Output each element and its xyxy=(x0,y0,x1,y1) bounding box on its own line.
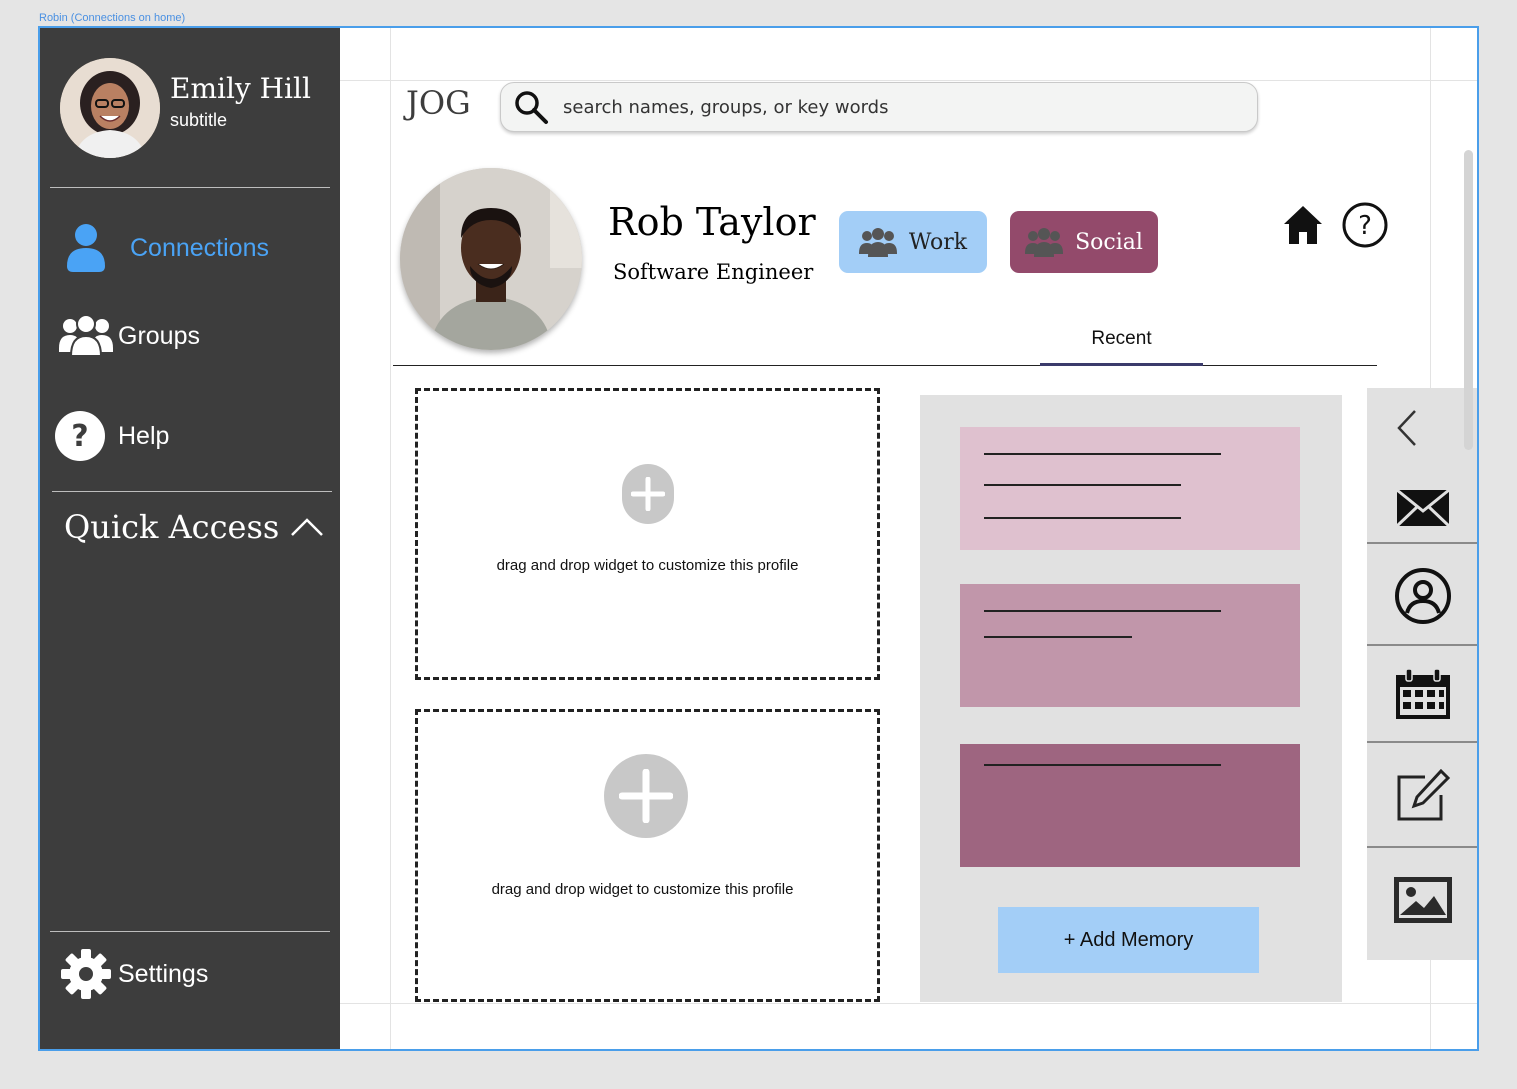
text-line xyxy=(984,484,1181,486)
calendar-button[interactable] xyxy=(1367,650,1477,740)
widget-dropzone[interactable]: drag and drop widget to customize this p… xyxy=(415,388,880,680)
person-icon xyxy=(54,218,118,278)
memories-panel: + Add Memory xyxy=(920,395,1342,1002)
add-widget-button[interactable] xyxy=(621,464,674,524)
image-button[interactable] xyxy=(1367,850,1477,950)
text-line xyxy=(984,610,1221,612)
profile-button[interactable] xyxy=(1367,548,1477,644)
tag-social-button[interactable]: Social xyxy=(1010,211,1158,273)
sidebar: Emily Hill subtitle Connections Groups ?… xyxy=(40,28,340,1049)
edit-icon xyxy=(1397,769,1451,821)
search-icon xyxy=(501,89,561,125)
edit-button[interactable] xyxy=(1367,746,1477,846)
collapse-toolbar-button[interactable] xyxy=(1367,388,1477,468)
memory-card[interactable] xyxy=(960,744,1300,867)
tag-label: Work xyxy=(908,229,968,255)
profile-icon xyxy=(1395,568,1451,624)
text-line xyxy=(984,453,1221,455)
search-input[interactable] xyxy=(561,95,1205,119)
toolbar-divider xyxy=(1367,741,1477,743)
side-toolbar xyxy=(1367,388,1477,960)
chevron-up-icon xyxy=(291,518,323,536)
sidebar-item-label: Help xyxy=(118,421,170,450)
app-logo: JOG xyxy=(406,84,471,122)
dropzone-text: drag and drop widget to customize this p… xyxy=(491,881,794,898)
svg-text:?: ? xyxy=(71,419,88,454)
toolbar-divider xyxy=(1367,542,1477,544)
memory-card[interactable] xyxy=(960,584,1300,707)
memory-card[interactable] xyxy=(960,427,1300,550)
image-icon xyxy=(1394,877,1452,923)
settings-button[interactable]: Settings xyxy=(54,944,334,1004)
sidebar-divider xyxy=(50,187,330,188)
plus-icon xyxy=(630,477,665,511)
plus-icon xyxy=(618,769,673,823)
contact-name: Rob Taylor xyxy=(608,200,816,244)
text-line xyxy=(984,517,1181,519)
contact-photo xyxy=(400,168,582,350)
chevron-left-icon xyxy=(1397,410,1416,446)
sidebar-item-label: Groups xyxy=(118,321,200,350)
settings-label: Settings xyxy=(118,959,209,988)
group-icon xyxy=(54,306,118,366)
quick-access-header[interactable]: Quick Access xyxy=(64,508,324,546)
sidebar-item-label: Connections xyxy=(130,233,269,262)
widget-dropzone[interactable]: drag and drop widget to customize this p… xyxy=(415,709,880,1002)
sidebar-item-groups[interactable]: Groups xyxy=(54,306,334,366)
user-subtitle: subtitle xyxy=(170,110,228,130)
sidebar-item-help[interactable]: ? Help xyxy=(54,406,334,466)
app-window: Emily Hill subtitle Connections Groups ?… xyxy=(38,26,1479,1051)
text-line xyxy=(984,636,1132,638)
user-avatar[interactable] xyxy=(60,58,160,158)
user-name: Emily Hill xyxy=(170,72,311,105)
sidebar-divider xyxy=(52,491,332,492)
text-line xyxy=(984,764,1221,766)
scrollbar[interactable] xyxy=(1464,150,1473,450)
tab-recent[interactable]: Recent xyxy=(1040,328,1203,366)
gear-icon xyxy=(54,944,118,1004)
mail-button[interactable] xyxy=(1367,473,1477,543)
sidebar-divider xyxy=(50,931,330,932)
mail-icon xyxy=(1395,488,1451,528)
add-memory-button[interactable]: + Add Memory xyxy=(998,907,1259,973)
tab-divider xyxy=(393,365,1377,366)
sidebar-item-connections[interactable]: Connections xyxy=(54,218,334,278)
question-icon: ? xyxy=(1342,202,1388,248)
group-icon xyxy=(1025,228,1064,257)
tag-label: Social xyxy=(1075,229,1143,255)
help-button[interactable]: ? xyxy=(1341,201,1389,249)
dropzone-text: drag and drop widget to customize this p… xyxy=(496,557,799,574)
help-icon: ? xyxy=(54,406,118,466)
search-bar[interactable] xyxy=(500,82,1258,132)
add-widget-button[interactable] xyxy=(603,754,688,838)
svg-text:?: ? xyxy=(1358,211,1372,241)
tag-work-button[interactable]: Work xyxy=(839,211,987,273)
contact-title: Software Engineer xyxy=(613,260,814,284)
toolbar-divider xyxy=(1367,846,1477,848)
toolbar-divider xyxy=(1367,644,1477,646)
home-button[interactable] xyxy=(1282,204,1324,246)
frame-label: Robin (Connections on home) xyxy=(39,12,186,24)
home-icon xyxy=(1284,206,1322,244)
quick-access-label: Quick Access xyxy=(64,508,280,546)
group-icon xyxy=(858,228,897,257)
calendar-icon xyxy=(1396,669,1450,719)
